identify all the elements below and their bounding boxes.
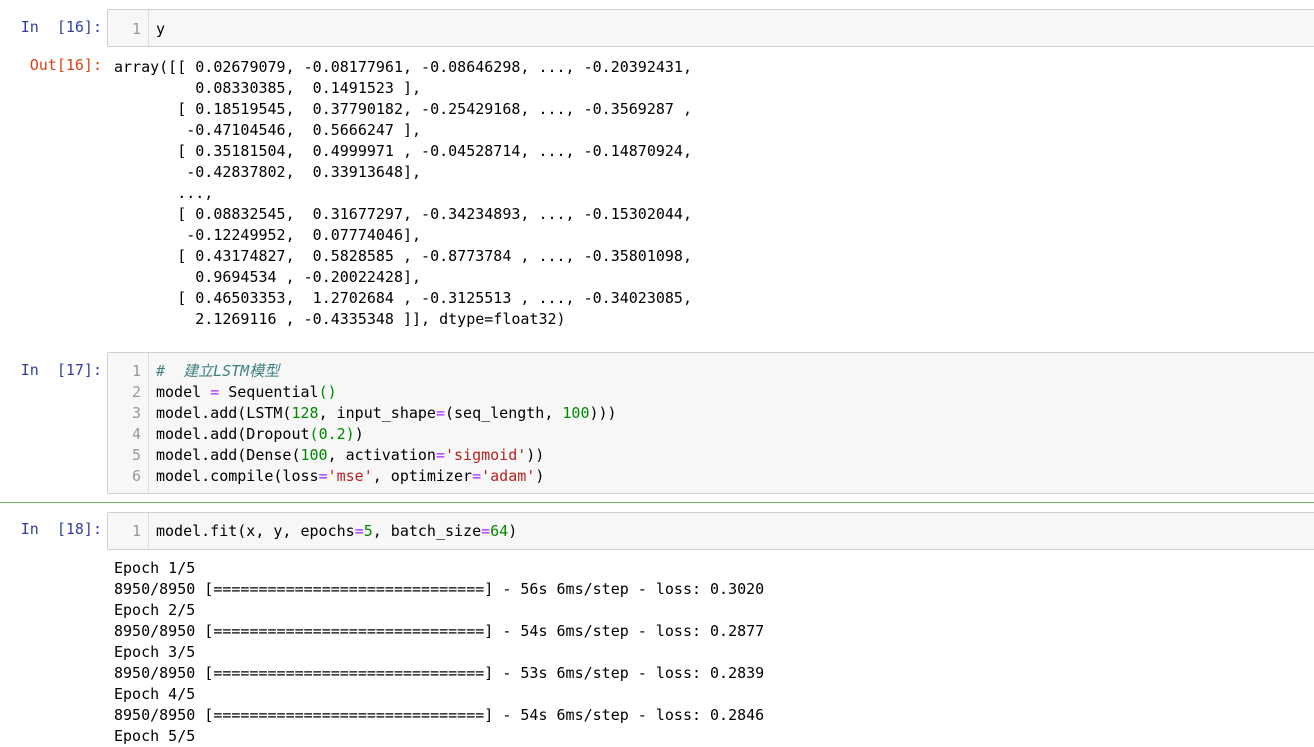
code-token: model bbox=[156, 383, 211, 401]
code-operator: = bbox=[472, 467, 482, 485]
output-prompt: Out[16]: bbox=[29, 56, 102, 74]
code-number: 0.2 bbox=[318, 425, 346, 443]
output-line: 8950/8950 [=============================… bbox=[114, 622, 765, 640]
code-line: model.compile(loss='mse', optimizer='ada… bbox=[156, 466, 544, 487]
output-line: 0.08330385, 0.1491523 ], bbox=[114, 79, 422, 97]
line-number-gutter: 1 2 3 4 5 6 bbox=[108, 353, 149, 493]
code-comment: # 建立LSTM模型 bbox=[156, 362, 280, 380]
output-line: 8950/8950 [=============================… bbox=[114, 580, 765, 598]
code-token: model.add(LSTM( bbox=[156, 404, 292, 422]
code-line: model.add(Dense(100, activation='sigmoid… bbox=[156, 445, 544, 466]
output-line: Epoch 1/5 bbox=[114, 559, 196, 577]
code-paren: () bbox=[318, 383, 337, 401]
code-token: ) bbox=[508, 522, 518, 540]
output-line: 2.1269116 , -0.4335348 ]], dtype=float32… bbox=[114, 310, 566, 328]
line-number-gutter: 1 bbox=[108, 10, 149, 46]
code-string: 'adam' bbox=[481, 467, 536, 485]
output-line: [ 0.18519545, 0.37790182, -0.25429168, .… bbox=[114, 100, 692, 118]
code-token: model.add(Dropout bbox=[156, 425, 310, 443]
code-string: 'sigmoid' bbox=[445, 446, 527, 464]
output-line: Epoch 4/5 bbox=[114, 685, 196, 703]
code-token: , batch_size bbox=[372, 522, 482, 540]
input-prompt: In [16]: bbox=[20, 18, 102, 36]
code-number: 64 bbox=[490, 522, 509, 540]
code-operator: = bbox=[435, 404, 445, 422]
code-number: 100 bbox=[562, 404, 590, 422]
notebook-cell-18[interactable]: In [18]: 1 model.fit(x, y, epochs=5, bat… bbox=[0, 504, 1314, 745]
code-line: model.add(LSTM(128, input_shape=(seq_len… bbox=[156, 403, 617, 424]
code-number: 5 bbox=[363, 522, 373, 540]
output-line: array([[ 0.02679079, -0.08177961, -0.086… bbox=[114, 58, 692, 76]
line-number: 1 bbox=[131, 20, 141, 38]
code-operator: = bbox=[354, 522, 364, 540]
output-line: ..., bbox=[114, 184, 214, 202]
output-line: Epoch 2/5 bbox=[114, 601, 196, 619]
line-number: 5 bbox=[131, 446, 141, 464]
output-line: -0.47104546, 0.5666247 ], bbox=[114, 121, 422, 139]
code-paren: ( bbox=[309, 425, 319, 443]
code-string: 'mse' bbox=[327, 467, 373, 485]
code-line: y bbox=[156, 20, 166, 38]
code-input-area[interactable]: 1 2 3 4 5 6 # 建立LSTM模型 model = Sequentia… bbox=[107, 352, 1314, 494]
output-line: 0.9694534 , -0.20022428], bbox=[114, 268, 422, 286]
line-number: 6 bbox=[131, 467, 141, 485]
code-number: 128 bbox=[291, 404, 319, 422]
input-prompt: In [18]: bbox=[20, 520, 102, 538]
code-token: , optimizer bbox=[372, 467, 473, 485]
code-line: model.fit(x, y, epochs=5, batch_size=64) bbox=[156, 521, 517, 542]
output-line: -0.42837802, 0.33913648], bbox=[114, 163, 422, 181]
code-token: , input_shape bbox=[318, 404, 436, 422]
notebook-cell-17[interactable]: In [17]: 1 2 3 4 5 6 # 建立LSTM模型 model = … bbox=[0, 350, 1314, 500]
output-line: 8950/8950 [=============================… bbox=[114, 664, 765, 682]
output-line: [ 0.35181504, 0.4999971 , -0.04528714, .… bbox=[114, 142, 692, 160]
code-token: ))) bbox=[589, 404, 617, 422]
output-line: [ 0.08832545, 0.31677297, -0.34234893, .… bbox=[114, 205, 692, 223]
code-token: model.add(Dense( bbox=[156, 446, 301, 464]
line-number: 3 bbox=[131, 404, 141, 422]
input-prompt: In [17]: bbox=[20, 361, 102, 379]
code-operator: = bbox=[435, 446, 445, 464]
code-line: # 建立LSTM模型 bbox=[156, 361, 279, 382]
code-token: ) bbox=[354, 425, 364, 443]
code-number: 100 bbox=[300, 446, 328, 464]
line-number: 1 bbox=[131, 362, 141, 380]
code-token: (seq_length, bbox=[445, 404, 563, 422]
code-line: model.add(Dropout(0.2)) bbox=[156, 424, 364, 445]
output-line: -0.12249952, 0.07774046], bbox=[114, 226, 422, 244]
code-token: ) bbox=[535, 467, 545, 485]
notebook-cell-16[interactable]: In [16]: 1 y Out[16]: array([[ 0.0267907… bbox=[0, 0, 1314, 340]
code-token: , activation bbox=[327, 446, 436, 464]
line-number: 2 bbox=[131, 383, 141, 401]
output-line: [ 0.43174827, 0.5828585 , -0.8773784 , .… bbox=[114, 247, 692, 265]
line-number: 1 bbox=[131, 522, 141, 540]
code-token: )) bbox=[526, 446, 545, 464]
output-line: [ 0.46503353, 1.2702684 , -0.3125513 , .… bbox=[114, 289, 692, 307]
line-number-gutter: 1 bbox=[108, 513, 149, 549]
output-line: 8950/8950 [=============================… bbox=[114, 706, 765, 724]
output-line: Epoch 5/5 bbox=[114, 727, 196, 745]
output-line: Epoch 3/5 bbox=[114, 643, 196, 661]
line-number: 4 bbox=[131, 425, 141, 443]
selected-cell-indicator bbox=[0, 502, 1314, 503]
code-input-area[interactable]: 1 model.fit(x, y, epochs=5, batch_size=6… bbox=[107, 512, 1314, 550]
code-operator: = bbox=[210, 383, 220, 401]
code-token: Sequential bbox=[219, 383, 319, 401]
code-line: model = Sequential() bbox=[156, 382, 337, 403]
code-operator: = bbox=[318, 467, 328, 485]
code-input-area[interactable]: 1 y bbox=[107, 9, 1314, 47]
code-operator: = bbox=[481, 522, 491, 540]
code-paren: ) bbox=[345, 425, 355, 443]
code-token: model.compile(loss bbox=[156, 467, 319, 485]
code-token: model.fit(x, y, epochs bbox=[156, 522, 355, 540]
